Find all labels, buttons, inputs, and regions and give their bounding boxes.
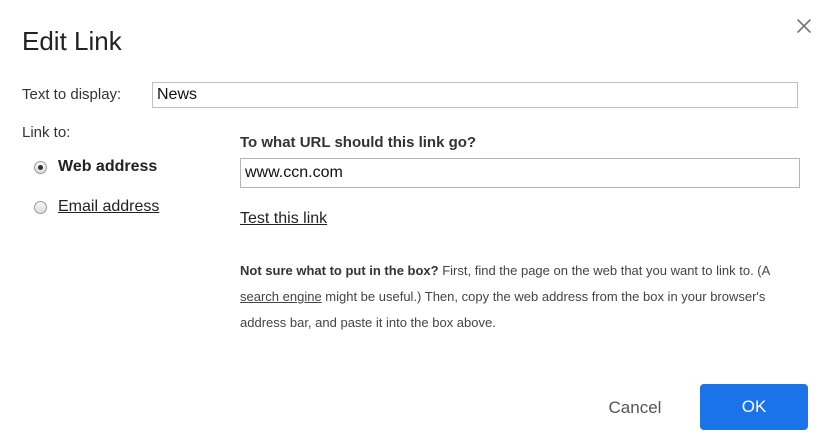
test-this-link[interactable]: Test this link [240, 210, 327, 228]
help-text: Not sure what to put in the box? First, … [240, 258, 800, 336]
email-address-label[interactable]: Email address [58, 198, 159, 216]
email-address-radio[interactable] [34, 200, 47, 214]
web-address-radio[interactable] [34, 160, 47, 174]
link-to-label: Link to: [22, 124, 71, 141]
close-icon[interactable] [792, 14, 816, 38]
email-address-option[interactable]: Email address [34, 198, 159, 216]
text-to-display-input[interactable] [152, 82, 798, 108]
web-address-option[interactable]: Web address [34, 158, 157, 176]
cancel-button[interactable]: Cancel [590, 388, 680, 428]
dialog-title: Edit Link [22, 26, 122, 56]
edit-link-dialog: Edit Link Text to display: Link to: Web … [0, 0, 819, 439]
text-to-display-label: Text to display: [22, 86, 122, 103]
help-text-part-1: First, find the page on the web that you… [438, 263, 770, 278]
help-bold-lead: Not sure what to put in the box? [240, 263, 439, 278]
ok-button[interactable]: OK [700, 384, 808, 430]
url-input[interactable] [240, 158, 800, 188]
url-heading: To what URL should this link go? [240, 134, 477, 151]
search-engine-link[interactable]: search engine [240, 289, 322, 304]
web-address-label[interactable]: Web address [58, 158, 157, 176]
